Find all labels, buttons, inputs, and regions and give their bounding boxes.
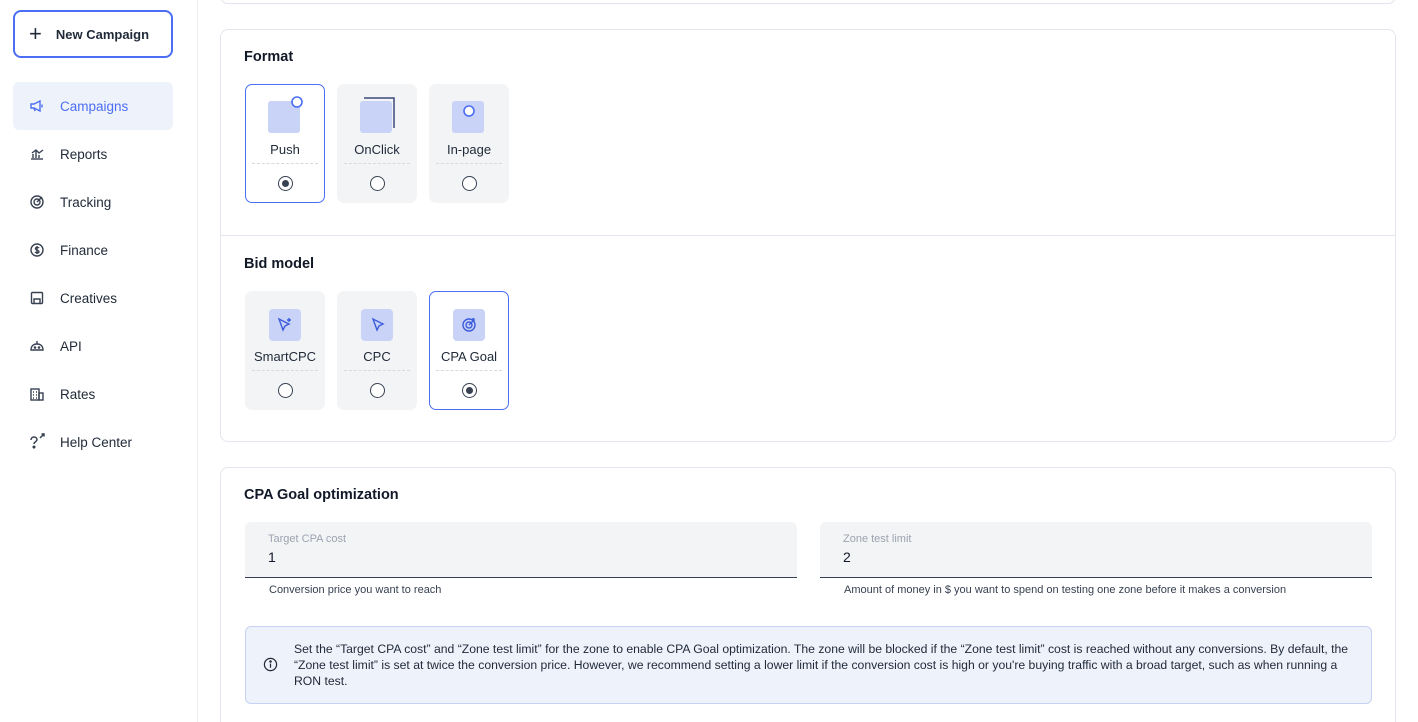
- format-option-label: Push: [270, 142, 300, 157]
- sidebar-item-campaigns[interactable]: Campaigns: [13, 82, 173, 130]
- question-external-icon: [27, 432, 47, 452]
- push-dot-icon: [291, 96, 303, 108]
- sidebar-item-label: Finance: [60, 242, 109, 258]
- sidebar-item-label: API: [60, 338, 82, 354]
- zone-test-limit-label: Zone test limit: [843, 533, 912, 545]
- sidebar-item-label: Rates: [60, 386, 96, 402]
- new-campaign-button[interactable]: + New Campaign: [13, 10, 173, 58]
- sidebar-item-label: Creatives: [60, 290, 118, 306]
- option-divider: [252, 370, 318, 371]
- sidebar-item-reports[interactable]: Reports: [13, 130, 173, 178]
- sidebar-item-label: Reports: [60, 146, 108, 162]
- sidebar-nav: Campaigns Reports Tracking Finance Creat…: [13, 82, 173, 466]
- format-radio-inpage[interactable]: [462, 176, 477, 191]
- previous-card-edge: [220, 0, 1396, 4]
- cpa-goal-card: CPA Goal optimization Target CPA cost Co…: [220, 467, 1396, 722]
- bid-radio-cpa-goal[interactable]: [462, 383, 477, 398]
- chart-icon: [27, 144, 47, 164]
- format-option-onclick[interactable]: OnClick: [337, 84, 417, 203]
- format-bid-card: Format Push OnClick In-page Bid model Sm…: [220, 29, 1396, 442]
- robot-icon: [27, 336, 47, 356]
- megaphone-icon: [27, 96, 47, 116]
- cursor-plus-icon: [269, 309, 301, 341]
- info-banner: Set the “Target CPA cost” and “Zone test…: [245, 626, 1372, 704]
- sidebar: + New Campaign Campaigns Reports Trackin…: [0, 0, 198, 722]
- section-divider: [221, 235, 1395, 236]
- info-text: Set the “Target CPA cost” and “Zone test…: [294, 642, 1349, 688]
- format-title: Format: [244, 49, 294, 65]
- format-option-label: In-page: [446, 142, 492, 157]
- target-cpa-input[interactable]: [268, 549, 768, 565]
- bid-option-label: SmartCPC: [253, 349, 317, 364]
- sidebar-item-tracking[interactable]: Tracking: [13, 178, 173, 226]
- bid-radio-cpc[interactable]: [370, 383, 385, 398]
- sidebar-item-help-center[interactable]: Help Center: [13, 418, 173, 466]
- cpa-goal-title: CPA Goal optimization: [244, 487, 399, 503]
- format-option-inpage[interactable]: In-page: [429, 84, 509, 203]
- cursor-icon: [361, 309, 393, 341]
- new-campaign-label: New Campaign: [55, 26, 150, 42]
- zone-test-limit-input[interactable]: [843, 549, 1343, 565]
- sidebar-item-label: Tracking: [60, 194, 112, 210]
- sidebar-item-label: Help Center: [60, 434, 133, 450]
- format-radio-onclick[interactable]: [370, 176, 385, 191]
- format-option-label: OnClick: [354, 142, 400, 157]
- option-divider: [436, 370, 502, 371]
- target-icon: [27, 192, 47, 212]
- bid-option-label: CPA Goal: [440, 349, 498, 364]
- sidebar-item-label: Campaigns: [60, 98, 129, 114]
- bid-option-label: CPC: [363, 349, 391, 364]
- format-option-push[interactable]: Push: [245, 84, 325, 203]
- sidebar-item-api[interactable]: API: [13, 322, 173, 370]
- inpage-dot-icon: [463, 105, 475, 117]
- option-divider: [344, 370, 410, 371]
- option-divider: [436, 163, 502, 164]
- image-icon: [27, 288, 47, 308]
- onclick-window-icon: [364, 97, 395, 128]
- format-radio-push[interactable]: [278, 176, 293, 191]
- bid-model-title: Bid model: [244, 256, 315, 272]
- bid-option-cpc[interactable]: CPC: [337, 291, 417, 410]
- plus-icon: +: [29, 21, 42, 46]
- target-goal-icon: [453, 309, 485, 341]
- building-icon: [27, 384, 47, 404]
- sidebar-item-finance[interactable]: Finance: [13, 226, 173, 274]
- target-cpa-field[interactable]: Target CPA cost: [245, 522, 797, 578]
- zone-test-limit-field[interactable]: Zone test limit: [820, 522, 1372, 578]
- option-divider: [344, 163, 410, 164]
- target-cpa-label: Target CPA cost: [268, 533, 347, 545]
- dollar-icon: [27, 240, 47, 260]
- zone-test-limit-helper: Amount of money in $ you want to spend o…: [844, 584, 1287, 596]
- sidebar-item-creatives[interactable]: Creatives: [13, 274, 173, 322]
- bid-radio-smartcpc[interactable]: [278, 383, 293, 398]
- option-divider: [252, 163, 318, 164]
- info-icon: [263, 657, 278, 672]
- target-cpa-helper: Conversion price you want to reach: [269, 584, 442, 596]
- bid-option-smartcpc[interactable]: SmartCPC: [245, 291, 325, 410]
- sidebar-item-rates[interactable]: Rates: [13, 370, 173, 418]
- bid-option-cpa-goal[interactable]: CPA Goal: [429, 291, 509, 410]
